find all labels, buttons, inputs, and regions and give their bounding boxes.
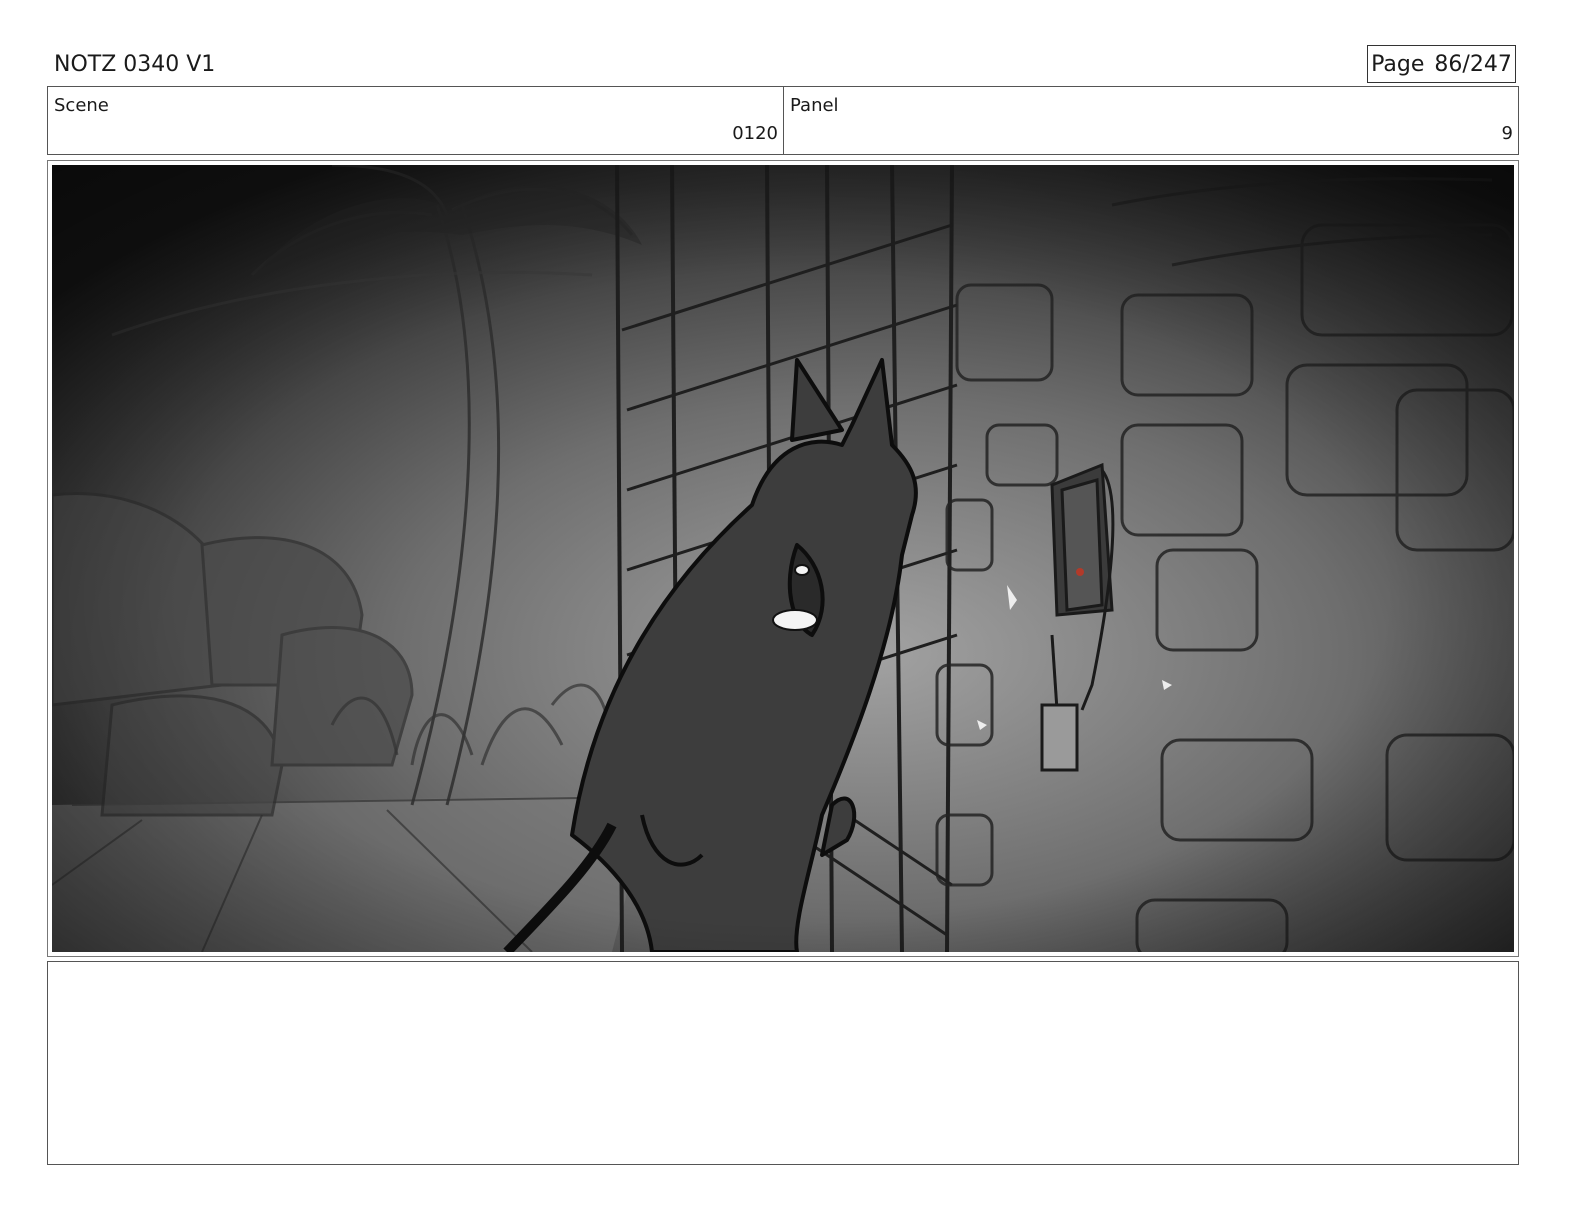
panel-notes-box [47, 961, 1519, 1165]
panel-cell: Panel 9 [784, 87, 1518, 154]
scene-panel-info-row: Scene 0120 Panel 9 [47, 86, 1519, 155]
scene-cell: Scene 0120 [48, 87, 784, 154]
storyboard-image [52, 165, 1514, 952]
panel-label: Panel [790, 95, 839, 116]
page-indicator: Page 86/247 [1367, 45, 1516, 83]
scene-label: Scene [54, 95, 109, 116]
panel-number: 9 [1501, 123, 1513, 144]
page-number: 86/247 [1434, 51, 1512, 77]
storyboard-frame-image [52, 165, 1514, 952]
page-label: Page [1371, 51, 1425, 77]
document-title: NOTZ 0340 V1 [54, 52, 216, 77]
storyboard-frame [47, 160, 1519, 957]
scene-number: 0120 [732, 123, 778, 144]
